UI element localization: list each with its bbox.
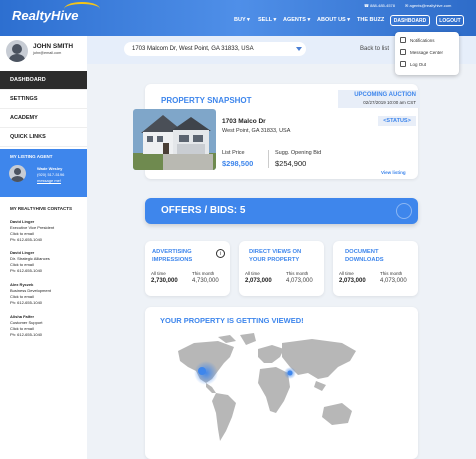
stat-month-value: 4,073,000 xyxy=(380,278,407,284)
property-address-line1: 1703 Malco Dr xyxy=(222,118,266,125)
phone-contact[interactable]: ☎ 888-485-4578 xyxy=(364,3,395,8)
agent-message-link[interactable]: message me! xyxy=(37,178,61,183)
contact-email-link[interactable]: Click to email xyxy=(10,326,34,331)
contact-phone: Ph: 612-655-1040 xyxy=(10,237,43,242)
sidebar: JOHN SMITH john@email.com DASHBOARD SETT… xyxy=(0,36,87,459)
nav-sell[interactable]: SELL ▾ xyxy=(258,17,276,23)
logout-button[interactable]: LOGOUT xyxy=(436,15,464,26)
contact-name: Alex Ryczek xyxy=(10,282,34,287)
address-select[interactable]: 1703 Malcom Dr, West Point, GA 31833, US… xyxy=(124,42,306,56)
stat-title: DIRECT VIEWS ON YOUR PROPERTY xyxy=(249,249,302,263)
map-title: YOUR PROPERTY IS GETTING VIEWED! xyxy=(160,316,304,325)
stat-card-direct-views: DIRECT VIEWS ON YOUR PROPERTY All time 2,… xyxy=(239,241,324,296)
contact-role: Executive Vice President xyxy=(10,225,55,230)
list-price-label: List Price xyxy=(222,150,245,156)
top-header: RealtyHive ☎ 888-485-4578 ✉ agents@realt… xyxy=(0,0,476,36)
sidebar-item-dashboard[interactable]: DASHBOARD xyxy=(0,71,87,90)
listing-agent-card: MY LISTING AGENT Wade Wesley (920) 517-5… xyxy=(0,149,87,197)
contact-email-link[interactable]: Click to email xyxy=(10,294,34,299)
fingerprint-icon xyxy=(396,203,412,219)
house-image xyxy=(133,109,216,170)
listing-agent-title: MY LISTING AGENT xyxy=(10,154,53,159)
contacts-title: MY REALTYHIVE CONTACTS xyxy=(10,206,73,211)
chevron-down-icon[interactable] xyxy=(296,47,302,51)
user-profile[interactable]: JOHN SMITH john@email.com xyxy=(0,36,87,68)
stat-month-value: 4,730,000 xyxy=(192,278,219,284)
nav-agents[interactable]: AGENTS ▾ xyxy=(283,17,310,23)
price-divider xyxy=(268,150,269,168)
user-avatar xyxy=(6,40,28,62)
sidebar-item-quick-links[interactable]: QUICK LINKS xyxy=(0,128,87,147)
nav-about-us[interactable]: ABOUT US ▾ xyxy=(317,17,350,23)
stat-month-label: This month xyxy=(286,271,309,276)
upcoming-auction: UPCOMING AUCTION 02/27/2019 10:00 am CST xyxy=(338,90,420,108)
stat-month-value: 4,073,000 xyxy=(286,278,313,284)
offers-bids-banner[interactable]: OFFERS / BIDS: 5 xyxy=(145,198,418,224)
logo-swoosh xyxy=(64,2,100,16)
stat-card-downloads: DOCUMENT DOWNLOADS All time 2,073,000 Thi… xyxy=(333,241,418,296)
property-address-line2: West Point, GA 31833, USA xyxy=(222,128,291,134)
auction-title: UPCOMING AUCTION xyxy=(354,92,416,98)
stat-all-label: All time xyxy=(245,271,260,276)
contact-name: David Linger xyxy=(10,219,35,224)
stat-all-value: 2,073,000 xyxy=(245,278,272,284)
offers-bids-label: OFFERS / BIDS: 5 xyxy=(161,205,246,216)
contact-name: Alisha Falfer xyxy=(10,314,35,319)
property-photo[interactable] xyxy=(133,109,216,170)
world-map[interactable] xyxy=(172,333,362,448)
opening-bid-label: Sugg. Opening Bid xyxy=(275,150,322,156)
opening-bid-value: $254,900 xyxy=(275,159,307,168)
contact-name: David Linger xyxy=(10,250,35,255)
contact-phone: Ph: 612-655-1040 xyxy=(10,268,43,273)
list-price-value: $298,500 xyxy=(222,159,254,168)
sidebar-item-settings[interactable]: SETTINGS xyxy=(0,90,87,109)
sidebar-item-academy[interactable]: ACADEMY xyxy=(0,109,87,128)
contact-role: Business Development xyxy=(10,288,51,293)
auction-date: 02/27/2019 10:00 am CST xyxy=(363,100,416,105)
stat-all-label: All time xyxy=(339,271,354,276)
brand-logo[interactable]: RealtyHive xyxy=(12,2,100,23)
contact-email-link[interactable]: Click to email xyxy=(10,262,34,267)
menu-item-log-out[interactable]: Log Out xyxy=(400,61,426,67)
view-listing-link[interactable]: View listing xyxy=(381,170,406,175)
contact-role: Customer Support xyxy=(10,320,43,325)
phone-text: 888-485-4578 xyxy=(370,3,396,8)
contact-phone: Ph: 612-655-1040 xyxy=(10,332,43,337)
stat-title: ADVERTISING IMPRESSIONS xyxy=(152,249,193,263)
email-text: agents@realtyhive.com xyxy=(409,3,452,8)
status-badge: <STATUS> xyxy=(378,116,416,126)
stat-all-label: All time xyxy=(151,271,166,276)
stat-month-label: This month xyxy=(380,271,403,276)
agent-name: Wade Wesley xyxy=(37,166,63,171)
stat-month-label: This month xyxy=(192,271,215,276)
user-name: JOHN SMITH xyxy=(33,43,74,50)
message-icon xyxy=(400,49,406,55)
dashboard-button[interactable]: DASHBOARD xyxy=(390,15,430,26)
nav-buy[interactable]: BUY ▾ xyxy=(234,17,250,23)
view-hotspot xyxy=(198,367,206,375)
contact-phone: Ph: 612-655-1040 xyxy=(10,300,43,305)
agent-phone[interactable]: (920) 517-5196 xyxy=(37,172,64,177)
logout-icon xyxy=(400,61,406,67)
back-to-list-link[interactable]: Back to list xyxy=(360,46,389,52)
user-dropdown-menu: Notifications Message Center Log Out xyxy=(395,32,459,75)
agent-avatar xyxy=(9,165,26,182)
user-email: john@email.com xyxy=(33,51,62,55)
email-contact[interactable]: ✉ agents@realtyhive.com xyxy=(405,3,451,8)
stat-all-value: 2,073,000 xyxy=(339,278,366,284)
stat-all-value: 2,730,000 xyxy=(151,278,178,284)
menu-item-notifications[interactable]: Notifications xyxy=(400,37,435,43)
menu-item-message-center[interactable]: Message Center xyxy=(400,49,443,55)
stat-title: DOCUMENT DOWNLOADS xyxy=(345,249,384,263)
nav-the-buzz[interactable]: THE BUZZ xyxy=(357,17,384,23)
view-hotspot xyxy=(287,370,293,376)
contact-role: Dir. Strategic Alliances xyxy=(10,256,50,261)
bell-icon xyxy=(400,37,406,43)
view-hotspot xyxy=(194,361,218,385)
snapshot-title: PROPERTY SNAPSHOT xyxy=(161,96,252,105)
info-icon[interactable]: i xyxy=(216,249,225,258)
contact-email-link[interactable]: Click to email xyxy=(10,231,34,236)
